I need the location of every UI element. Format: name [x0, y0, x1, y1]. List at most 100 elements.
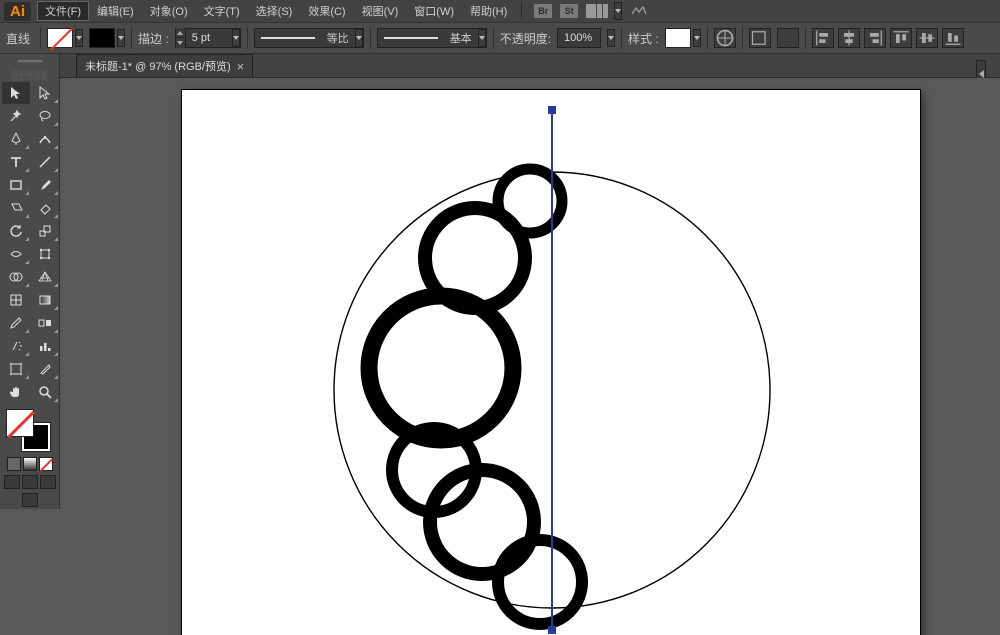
opacity-label: 不透明度: [500, 30, 551, 47]
separator [40, 27, 41, 49]
menu-effect[interactable]: 效果(C) [300, 1, 353, 21]
draw-inside-icon[interactable] [40, 475, 56, 489]
preferences-icon[interactable] [777, 28, 799, 48]
draw-behind-icon[interactable] [22, 475, 38, 489]
menu-view[interactable]: 视图(V) [354, 1, 407, 21]
color-mode-row [2, 457, 57, 471]
align-vcenter-icon[interactable] [916, 28, 938, 48]
stock-icon[interactable]: St [560, 4, 578, 18]
selection-tool[interactable] [2, 82, 30, 104]
zoom-tool[interactable] [31, 381, 59, 403]
fill-color-swatch[interactable] [6, 409, 34, 437]
stroke-swatch[interactable] [89, 28, 125, 48]
stroke-weight-stepper[interactable]: 5 pt [175, 28, 241, 48]
chevron-down-icon[interactable] [693, 29, 701, 47]
chevron-down-icon[interactable] [355, 29, 363, 47]
menu-edit[interactable]: 编辑(E) [89, 1, 142, 21]
line-segment-tool[interactable] [31, 151, 59, 173]
direct-selection-tool[interactable] [31, 82, 59, 104]
separator [370, 27, 371, 49]
separator [493, 27, 494, 49]
brush-definition[interactable]: 基本 [377, 28, 487, 48]
mesh-tool[interactable] [2, 289, 30, 311]
toolbox: ░░░░░ [0, 54, 60, 509]
width-tool[interactable] [2, 243, 30, 265]
menu-bar: Ai 文件(F) 编辑(E) 对象(O) 文字(T) 选择(S) 效果(C) 视… [0, 0, 1000, 22]
type-tool[interactable] [2, 151, 30, 173]
opacity-field[interactable]: 100% [557, 28, 601, 48]
menu-text[interactable]: 文字(T) [196, 1, 248, 21]
chevron-down-icon[interactable] [117, 29, 125, 47]
separator [247, 27, 248, 49]
shape-builder-tool[interactable] [2, 266, 30, 288]
stroke-label: 描边 : [138, 30, 169, 47]
separator [621, 27, 622, 49]
chevron-down-icon[interactable] [607, 29, 615, 47]
eraser-tool[interactable] [31, 197, 59, 219]
gradient-mode-icon[interactable] [23, 457, 37, 471]
menu-help[interactable]: 帮助(H) [462, 1, 515, 21]
align-top-icon[interactable] [890, 28, 912, 48]
gradient-tool[interactable] [31, 289, 59, 311]
fill-stroke-swatches[interactable] [2, 409, 57, 449]
document-setup-icon[interactable] [749, 28, 771, 48]
profile-label: 等比 [321, 30, 355, 46]
none-mode-icon[interactable] [39, 457, 53, 471]
menu-select[interactable]: 选择(S) [248, 1, 301, 21]
menu-window[interactable]: 窗口(W) [406, 1, 462, 21]
canvas-area[interactable] [60, 78, 1000, 635]
symbol-sprayer-tool[interactable] [2, 335, 30, 357]
artboard-tool[interactable] [2, 358, 30, 380]
step-down-icon[interactable] [176, 38, 186, 48]
screen-mode-icon[interactable] [22, 493, 38, 507]
chevron-down-icon[interactable] [232, 29, 240, 47]
align-left-icon[interactable] [812, 28, 834, 48]
artboard[interactable] [182, 90, 920, 635]
style-label: 样式 : [628, 30, 659, 47]
magic-wand-tool[interactable] [2, 105, 30, 127]
menu-object[interactable]: 对象(O) [142, 1, 196, 21]
perspective-grid-tool[interactable] [31, 266, 59, 288]
column-graph-tool[interactable] [31, 335, 59, 357]
brush-label: 基本 [444, 30, 478, 46]
align-bottom-icon[interactable] [942, 28, 964, 48]
step-up-icon[interactable] [176, 28, 186, 38]
draw-normal-icon[interactable] [4, 475, 20, 489]
rotate-tool[interactable] [2, 220, 30, 242]
curvature-tool[interactable] [31, 128, 59, 150]
pen-tool[interactable] [2, 128, 30, 150]
menu-file[interactable]: 文件(F) [37, 1, 89, 21]
stroke-weight-value[interactable]: 5 pt [186, 32, 232, 44]
lasso-tool[interactable] [31, 105, 59, 127]
color-mode-icon[interactable] [7, 457, 21, 471]
panel-grip[interactable] [2, 56, 57, 66]
graphic-style-swatch[interactable] [665, 28, 701, 48]
close-icon[interactable]: × [237, 59, 245, 74]
variable-width-profile[interactable]: 等比 [254, 28, 364, 48]
recolor-artwork-icon[interactable] [714, 28, 736, 48]
bridge-icon[interactable]: Br [534, 4, 552, 18]
blend-tool[interactable] [31, 312, 59, 334]
screen-mode-row [2, 493, 57, 507]
chevron-down-icon[interactable] [75, 29, 83, 47]
rectangle-tool[interactable] [2, 174, 30, 196]
align-right-icon[interactable] [864, 28, 886, 48]
chevron-down-icon[interactable] [478, 29, 486, 47]
toolbox-collapse-hint: ░░░░░ [2, 66, 57, 82]
options-bar: 直线 描边 : 5 pt 等比 基本 不透明度: 100% 样式 : [0, 22, 1000, 54]
arrange-documents-icon[interactable] [586, 4, 606, 18]
eyedropper-tool[interactable] [2, 312, 30, 334]
shaper-tool[interactable] [2, 197, 30, 219]
scale-tool[interactable] [31, 220, 59, 242]
align-hcenter-icon[interactable] [838, 28, 860, 48]
arrange-dropdown-icon[interactable] [614, 2, 622, 20]
document-tab-title: 未标题-1* @ 97% (RGB/预览) [85, 58, 231, 74]
document-tab[interactable]: 未标题-1* @ 97% (RGB/预览) × [76, 54, 253, 77]
gpu-preview-icon[interactable] [630, 4, 648, 18]
slice-tool[interactable] [31, 358, 59, 380]
paintbrush-tool[interactable] [31, 174, 59, 196]
hand-tool[interactable] [2, 381, 30, 403]
free-transform-tool[interactable] [31, 243, 59, 265]
fill-swatch[interactable] [47, 28, 83, 48]
separator [707, 27, 708, 49]
